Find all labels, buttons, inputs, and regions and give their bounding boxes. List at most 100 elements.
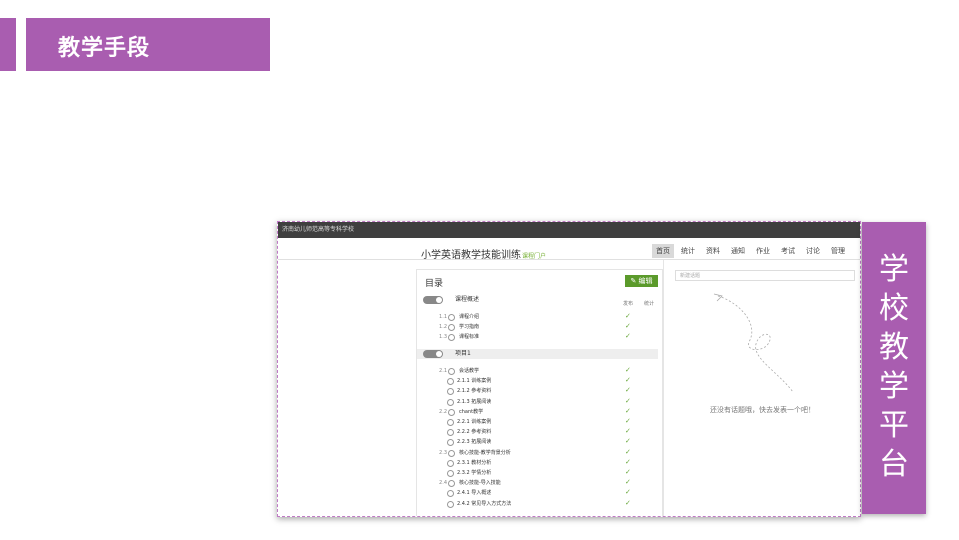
row-label: 2.1.2 参考资料 xyxy=(457,388,492,395)
status-circle-icon xyxy=(448,480,455,488)
row-label: 2.4.2 常见导入方式方法 xyxy=(457,500,512,507)
check-icon: ✓ xyxy=(625,478,631,487)
row-label: 会话教学 xyxy=(459,368,480,374)
check-icon: ✓ xyxy=(625,322,631,330)
check-icon: ✓ xyxy=(625,427,631,436)
toc-row[interactable]: 2.1.3 拓展阅读 ✓ xyxy=(417,397,658,407)
edit-label: 编辑 xyxy=(638,277,653,285)
side-label-char: 台 xyxy=(879,447,909,482)
row-label: 2.2.3 拓展阅读 xyxy=(457,439,492,446)
status-circle-icon xyxy=(448,334,455,341)
status-circle-icon xyxy=(447,429,454,437)
nav-tab[interactable]: 管理 xyxy=(827,244,849,258)
section-label: 课程概述 xyxy=(455,296,480,303)
side-label-text: 学校教学平台 xyxy=(862,250,926,484)
toc-row[interactable]: 2.4.1 导入概述 ✓ xyxy=(417,488,658,498)
row-label: 2.2.2 参考资料 xyxy=(457,429,492,436)
check-icon: ✓ xyxy=(625,376,631,385)
school-topbar: 济南幼儿师范高等专科学校 xyxy=(278,222,860,238)
toc-row[interactable]: 2.2.1 训练案例 ✓ xyxy=(417,417,658,427)
edit-button[interactable]: ✎ 编辑 xyxy=(625,275,658,287)
status-circle-icon xyxy=(447,419,454,426)
nav-tab[interactable]: 讨论 xyxy=(802,244,824,258)
row-label: 2.2.1 训练案例 xyxy=(457,419,492,425)
toc-row[interactable]: 2.3 核心技能-教学背景分析 ✓ xyxy=(417,448,658,458)
check-icon: ✓ xyxy=(625,437,631,446)
row-label: 2.4.1 导入概述 xyxy=(457,490,492,497)
toc-row[interactable]: 2.2 chant教学 ✓ xyxy=(417,407,658,417)
nav-tab[interactable]: 作业 xyxy=(752,244,774,258)
section-label: 项目1 xyxy=(455,350,471,357)
nav-tab[interactable]: 资料 xyxy=(702,244,724,258)
side-label-card: 学校教学平台 xyxy=(862,222,926,514)
check-icon: ✓ xyxy=(625,332,631,340)
row-label: 2.3.2 学情分析 xyxy=(457,470,492,476)
status-circle-icon xyxy=(448,408,455,416)
status-circle-icon xyxy=(448,449,455,457)
toc-row[interactable]: 2.1.2 参考资料 ✓ xyxy=(417,386,658,396)
row-label: 2.1.3 拓展阅读 xyxy=(457,398,492,405)
row-number: 2.4 xyxy=(439,480,447,487)
toc-row[interactable]: 1.3 课程标准 ✓ xyxy=(417,332,658,342)
row-label: 学习指南 xyxy=(459,324,480,330)
row-number: 1.3 xyxy=(439,334,447,340)
row-label: 2.3.1 教材分析 xyxy=(457,459,492,466)
check-icon: ✓ xyxy=(625,447,631,456)
toc-section[interactable]: 项目1 xyxy=(417,349,658,359)
nav-tab[interactable]: 统计 xyxy=(677,244,699,258)
toc-section[interactable]: 课程概述 xyxy=(417,295,658,305)
page-title: 教学手段 xyxy=(58,36,151,61)
status-circle-icon xyxy=(447,378,454,386)
side-label-char: 平 xyxy=(879,408,909,443)
status-circle-icon xyxy=(447,500,454,508)
status-circle-icon xyxy=(447,459,454,467)
check-icon: ✓ xyxy=(625,417,631,425)
row-label: chant教学 xyxy=(459,408,484,415)
toc-row[interactable]: 1.2 学习指南 ✓ xyxy=(417,322,658,332)
toc-row[interactable]: 1.1 课程介绍 ✓ xyxy=(417,312,658,322)
empty-message: 还没有话题哦，快去发表一个吧！ xyxy=(710,406,815,414)
status-circle-icon xyxy=(448,314,455,321)
side-label-char: 学 xyxy=(879,369,909,404)
row-label: 课程标准 xyxy=(459,334,480,340)
row-label: 2.1.1 训练案例 xyxy=(457,378,492,385)
status-circle-icon xyxy=(447,470,454,477)
divider xyxy=(278,259,860,260)
check-icon: ✓ xyxy=(625,396,631,405)
side-label-char: 教 xyxy=(879,330,909,365)
side-label-char: 学 xyxy=(879,252,909,287)
nav-tab[interactable]: 考试 xyxy=(777,244,799,258)
row-number: 2.2 xyxy=(439,408,447,415)
row-number: 1.2 xyxy=(439,324,447,330)
title-banner: 教学手段 xyxy=(26,18,270,71)
status-circle-icon xyxy=(447,439,454,447)
status-circle-icon xyxy=(448,368,455,375)
status-circle-icon xyxy=(447,388,454,396)
check-icon: ✓ xyxy=(625,498,631,507)
side-label-char: 校 xyxy=(879,291,909,326)
toc-row[interactable]: 2.4 核心技能-导入技能 ✓ xyxy=(417,478,658,488)
row-number: 2.3 xyxy=(439,449,447,456)
status-circle-icon xyxy=(447,490,454,498)
nav-tab[interactable]: 通知 xyxy=(727,244,749,258)
toc-row[interactable]: 2.2.2 参考资料 ✓ xyxy=(417,427,658,437)
check-icon: ✓ xyxy=(625,468,631,476)
check-icon: ✓ xyxy=(625,312,631,320)
toc-row[interactable]: 2.1.1 训练案例 ✓ xyxy=(417,376,658,386)
check-icon: ✓ xyxy=(625,386,631,395)
check-icon: ✓ xyxy=(625,406,631,415)
toc-row[interactable]: 2.1 会话教学 ✓ xyxy=(417,366,658,376)
section-toggle[interactable] xyxy=(423,296,443,304)
empty-arrow-illustration xyxy=(713,293,794,393)
toc-row[interactable]: 2.3.2 学情分析 ✓ xyxy=(417,468,658,478)
row-label: 核心技能-导入技能 xyxy=(459,480,501,487)
new-topic-input[interactable]: 新建话题 xyxy=(675,270,855,281)
toc-row[interactable]: 2.2.3 拓展阅读 ✓ xyxy=(417,437,658,447)
row-number: 2.1 xyxy=(439,368,447,374)
nav-tab[interactable]: 首页 xyxy=(652,244,674,258)
toc-row[interactable]: 2.3.1 教材分析 ✓ xyxy=(417,458,658,468)
toc-row[interactable]: 2.4.2 常见导入方式方法 ✓ xyxy=(417,499,658,509)
platform-screenshot: 济南幼儿师范高等专科学校 小学英语教学技能训练课程门户 首页 统计 资料 通知 作业 考试… xyxy=(277,221,861,517)
toc-title: 目录 xyxy=(425,279,444,289)
section-toggle[interactable] xyxy=(423,350,443,358)
